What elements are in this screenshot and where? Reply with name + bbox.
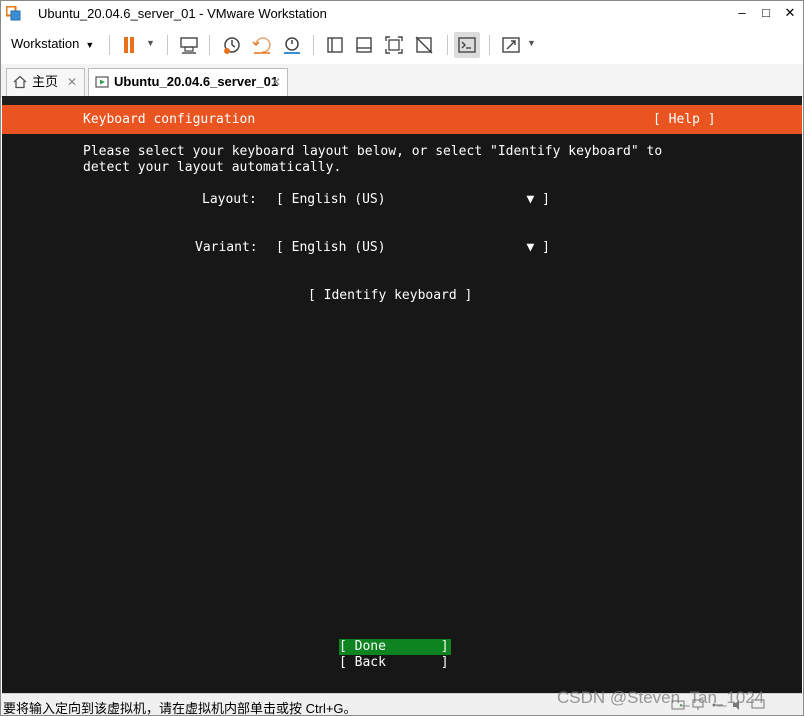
send-ctrl-alt-del-icon[interactable] xyxy=(176,32,202,58)
snapshot-icon[interactable] xyxy=(219,32,245,58)
pause-icon[interactable] xyxy=(116,32,142,58)
vmware-window: Ubuntu_20.04.6_server_01 - VMware Workst… xyxy=(0,0,804,716)
installer-title: Keyboard configuration xyxy=(83,112,256,127)
toolbar-divider xyxy=(313,35,314,55)
fullscreen-icon[interactable] xyxy=(381,32,407,58)
toolbar-divider xyxy=(109,35,110,55)
revert-snapshot-icon[interactable] xyxy=(249,32,275,58)
title-bar: Ubuntu_20.04.6_server_01 - VMware Workst… xyxy=(1,1,803,26)
tab-ubuntu-vm-label: Ubuntu_20.04.6_server_01 xyxy=(114,74,279,89)
tab-home[interactable]: 主页 ✕ xyxy=(6,68,85,96)
toolbar-divider xyxy=(209,35,210,55)
close-tab-icon[interactable]: ✕ xyxy=(67,69,77,95)
tab-ubuntu-vm[interactable]: Ubuntu_20.04.6_server_01 ✕ xyxy=(88,68,288,96)
stretch-icon[interactable] xyxy=(498,32,524,58)
close-window-button[interactable]: ✕ xyxy=(779,3,801,23)
unity-icon[interactable] xyxy=(411,32,437,58)
layout-select[interactable]: [ English (US) ▼ ] xyxy=(276,192,550,208)
instructions-line-1: Please select your keyboard layout below… xyxy=(83,144,663,159)
help-button[interactable]: [ Help ] xyxy=(653,112,716,127)
back-button[interactable]: [ Back ] xyxy=(339,655,451,671)
variant-select[interactable]: [ English (US) ▼ ] xyxy=(276,240,550,256)
maximize-button[interactable]: □ xyxy=(755,3,777,23)
toolbar-divider xyxy=(489,35,490,55)
minimize-button[interactable]: – xyxy=(731,3,753,23)
tab-home-label: 主页 xyxy=(32,74,59,89)
snapshot-manager-icon[interactable] xyxy=(279,32,305,58)
workstation-menu-label: Workstation xyxy=(11,36,80,51)
workstation-menu[interactable]: Workstation ▼ xyxy=(5,31,100,57)
thumbnail-bar-icon[interactable] xyxy=(351,32,377,58)
console-view-icon[interactable] xyxy=(454,32,480,58)
toolbar-divider xyxy=(167,35,168,55)
tab-bar: 主页 ✕ Ubuntu_20.04.6_server_01 ✕ xyxy=(1,64,803,97)
console-top-strip xyxy=(2,96,802,105)
vm-console[interactable]: Keyboard configuration [ Help ] Please s… xyxy=(2,96,802,693)
library-icon[interactable] xyxy=(322,32,348,58)
installer-header: Keyboard configuration [ Help ] xyxy=(2,105,802,134)
vm-running-icon xyxy=(95,76,109,88)
identify-keyboard-button[interactable]: [ Identify keyboard ] xyxy=(308,288,472,304)
close-tab-icon[interactable]: ✕ xyxy=(271,69,281,95)
stretch-menu-chevron-icon[interactable]: ▼ xyxy=(527,38,537,50)
csdn-watermark: CSDN @Steven_Tan_1024 xyxy=(557,688,765,707)
window-title: Ubuntu_20.04.6_server_01 - VMware Workst… xyxy=(38,6,327,21)
layout-label: Layout: xyxy=(202,192,257,207)
toolbar-divider xyxy=(447,35,448,55)
status-message: 要将输入定向到该虚拟机，请在虚拟机内部单击或按 Ctrl+G。 xyxy=(3,701,357,716)
variant-label: Variant: xyxy=(195,240,258,255)
chevron-down-icon: ▼ xyxy=(85,40,95,50)
home-icon xyxy=(13,75,27,89)
done-button[interactable]: [ Done ] xyxy=(339,639,451,655)
toolbar: Workstation ▼ ▼ ▼ xyxy=(1,26,803,65)
instructions-line-2: detect your layout automatically. xyxy=(83,160,342,175)
power-menu-chevron-icon[interactable]: ▼ xyxy=(146,38,156,50)
vmware-app-icon xyxy=(6,6,21,21)
